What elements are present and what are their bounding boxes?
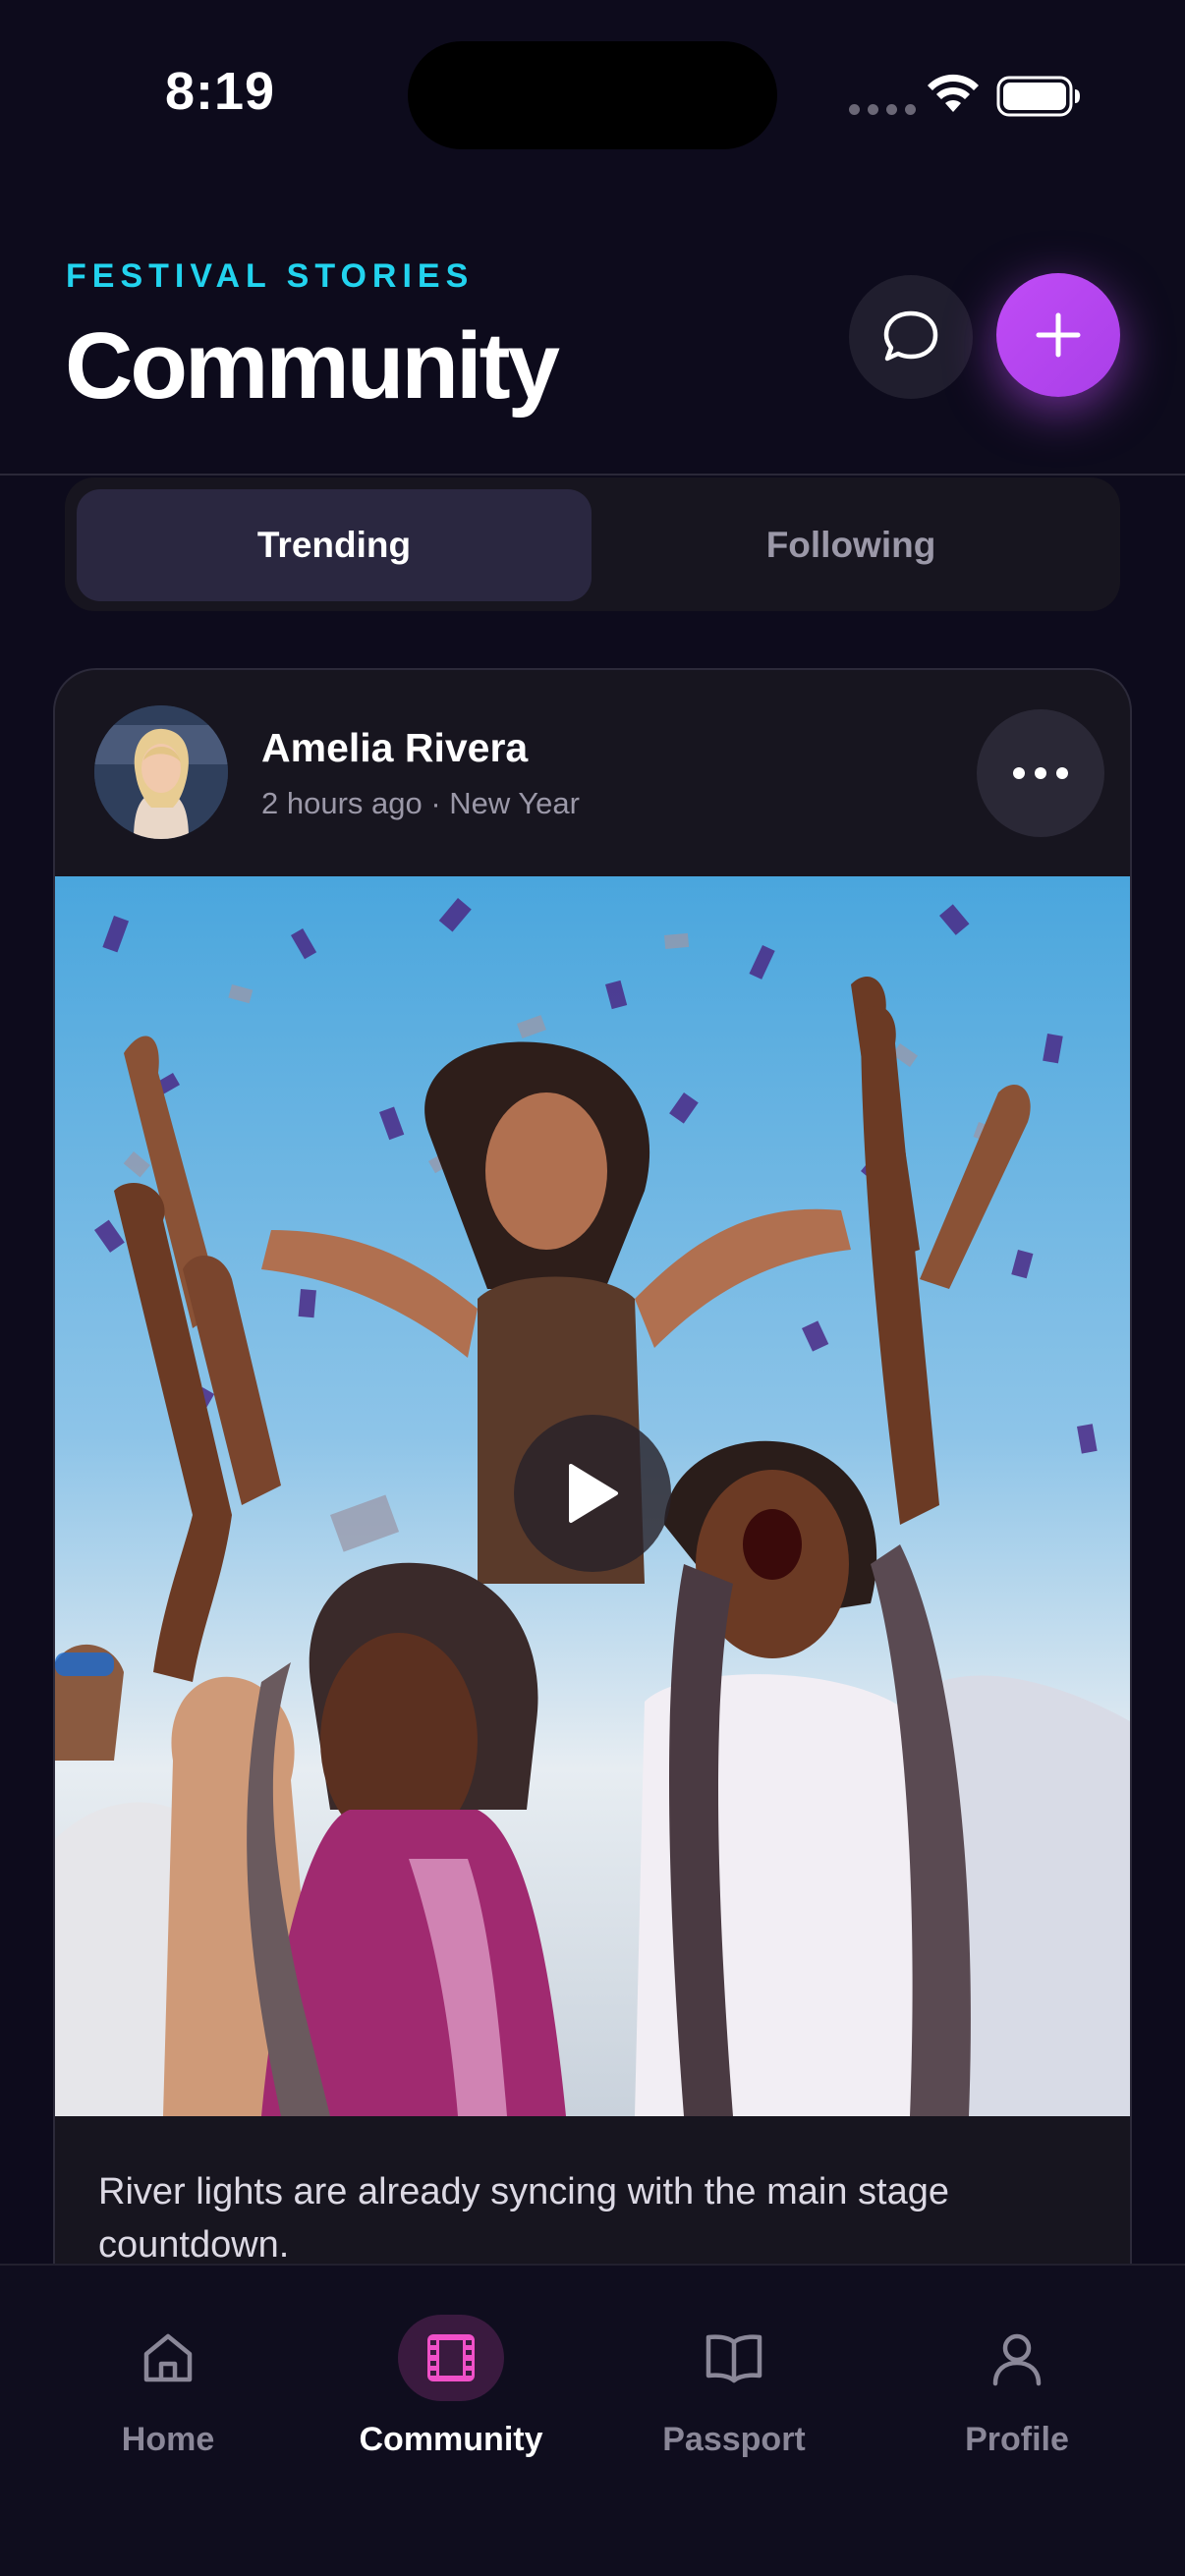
dynamic-island: [408, 41, 777, 149]
nav-label-community: Community: [359, 2421, 543, 2458]
more-options-button[interactable]: [977, 709, 1104, 837]
plus-icon: [1036, 312, 1081, 358]
user-icon: [992, 2333, 1042, 2386]
page-title: Community: [65, 313, 560, 419]
author-name[interactable]: Amelia Rivera: [261, 725, 528, 771]
battery-icon: [996, 76, 1080, 117]
play-button[interactable]: [514, 1415, 671, 1572]
post-card: Amelia Rivera 2 hours ago · New Year Riv…: [53, 668, 1132, 2338]
nav-item-home[interactable]: Home: [50, 2291, 286, 2488]
play-icon: [569, 1464, 618, 1523]
header-eyebrow: FESTIVAL STORIES: [66, 257, 475, 295]
nav-label-passport: Passport: [662, 2421, 806, 2458]
nav-label-profile: Profile: [965, 2421, 1069, 2458]
film-icon: [427, 2334, 475, 2381]
tab-following[interactable]: Following: [593, 489, 1108, 601]
nav-item-community[interactable]: Community: [333, 2291, 569, 2488]
create-post-button[interactable]: [996, 273, 1120, 397]
nav-item-profile[interactable]: Profile: [899, 2291, 1135, 2488]
post-caption: River lights are already syncing with th…: [98, 2171, 949, 2266]
tab-trending[interactable]: Trending: [77, 489, 592, 601]
page-header: FESTIVAL STORIES Community: [0, 196, 1185, 476]
status-time: 8:19: [165, 62, 276, 121]
nav-label-home: Home: [121, 2421, 215, 2458]
book-open-icon: [705, 2334, 762, 2383]
wifi-icon: [928, 74, 979, 112]
cellular-signal-icon: [849, 104, 916, 115]
avatar[interactable]: [94, 705, 228, 839]
post-meta: 2 hours ago · New Year: [261, 786, 580, 820]
more-dots-icon: [1013, 767, 1068, 779]
status-bar: 8:19: [0, 0, 1185, 196]
home-icon: [143, 2333, 193, 2382]
post-video-thumbnail[interactable]: [55, 876, 1130, 2116]
feed-tabs: Trending Following: [65, 477, 1120, 611]
bottom-nav: Home Community Passport Profile: [0, 2264, 1185, 2576]
nav-item-passport[interactable]: Passport: [616, 2291, 852, 2488]
chat-bubble-icon: [883, 310, 938, 362]
messages-button[interactable]: [849, 275, 973, 399]
